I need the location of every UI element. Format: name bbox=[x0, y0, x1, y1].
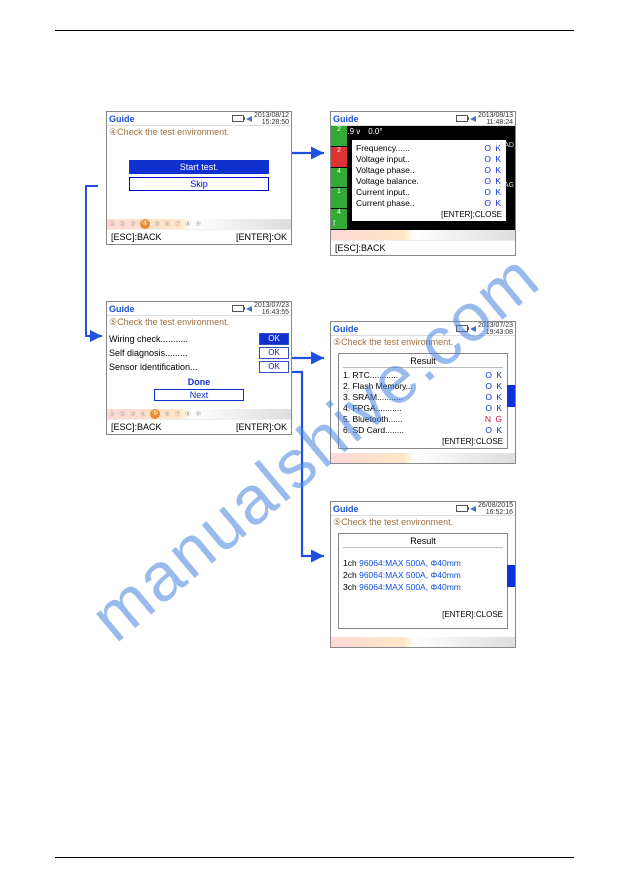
list-item: 4. FPGA...........O K bbox=[343, 403, 503, 413]
scroll-indicator bbox=[507, 385, 515, 407]
scroll-indicator bbox=[507, 565, 515, 587]
timestamp: 2013/08/12 15:28:50 bbox=[254, 112, 289, 126]
next-button[interactable]: Next bbox=[154, 389, 244, 401]
timestamp: 2013/07/23 19:43:08 bbox=[478, 322, 513, 336]
list-item: Voltage input..O K bbox=[356, 154, 502, 164]
step-strip bbox=[331, 230, 515, 240]
timestamp: 2013/07/23 16:43:55 bbox=[254, 302, 289, 316]
row-value: OK bbox=[259, 333, 289, 345]
list-item: 3. SRAM...........O K bbox=[343, 392, 503, 402]
list-item: Voltage phase..O K bbox=[356, 165, 502, 175]
title-bar: Guide 2013/07/23 19:43:08 bbox=[331, 322, 515, 336]
row-label: Self diagnosis......... bbox=[109, 348, 188, 358]
status-right: [ENTER]:OK bbox=[236, 422, 287, 432]
row-label: Wiring check........... bbox=[109, 334, 188, 344]
list-item: Current phase..O K bbox=[356, 198, 502, 208]
f-label: f bbox=[333, 219, 335, 228]
done-label: Done bbox=[109, 377, 289, 387]
subtitle: ⑤Check the test environment. bbox=[331, 336, 515, 349]
status-right: [ENTER]:OK bbox=[236, 232, 287, 242]
close-hint: [ENTER]:CLOSE bbox=[343, 437, 503, 446]
battery-icon bbox=[456, 325, 468, 332]
title-bar: Guide 2013/07/23 16:43:55 bbox=[107, 302, 291, 316]
screen-diag-result: Guide 2013/07/23 19:43:08 ⑤Check the tes… bbox=[330, 321, 516, 464]
row-wiring-check[interactable]: Wiring check........... OK bbox=[109, 333, 289, 345]
close-hint: [ENTER]:CLOSE bbox=[356, 210, 502, 219]
screen-sensor-result: Guide 26/08/2015 16:52:16 ⑤Check the tes… bbox=[330, 501, 516, 648]
list-item: Current input..O K bbox=[356, 187, 502, 197]
close-hint: [ENTER]:CLOSE bbox=[343, 610, 503, 619]
channel-row: 3ch 96064:MAX 500A, Φ40mm bbox=[343, 582, 503, 592]
screen-check-list: Guide 2013/07/23 16:43:55 ⑤Check the tes… bbox=[106, 301, 292, 435]
title-bar: Guide 2013/08/12 15:28:50 bbox=[107, 112, 291, 126]
list-item: Frequency......O K bbox=[356, 143, 502, 153]
result-title: Result bbox=[343, 356, 503, 368]
timestamp: 26/08/2015 16:52:16 bbox=[478, 502, 513, 516]
battery-icon bbox=[456, 115, 468, 122]
row-self-diagnosis[interactable]: Self diagnosis......... OK bbox=[109, 347, 289, 359]
title-text: Guide bbox=[333, 504, 359, 514]
wiring-popup: Frequency......O K Voltage input..O K Vo… bbox=[351, 139, 507, 222]
result-title: Result bbox=[343, 536, 503, 548]
row-sensor-identification[interactable]: Sensor identification... OK bbox=[109, 361, 289, 373]
status-bar: [ESC]:BACK [ENTER]:OK bbox=[107, 229, 291, 244]
title-text: Guide bbox=[109, 304, 135, 314]
subtitle: ④Check the test environment. bbox=[107, 126, 291, 139]
arrow-icon bbox=[246, 306, 252, 312]
lag-label: LAG bbox=[500, 182, 514, 189]
title-text: Guide bbox=[333, 114, 359, 124]
status-left: [ESC]:BACK bbox=[111, 232, 162, 242]
row-value: OK bbox=[259, 361, 289, 373]
battery-icon bbox=[456, 505, 468, 512]
list-item: 5. Bluetooth......N G bbox=[343, 414, 503, 424]
title-text: Guide bbox=[109, 114, 135, 124]
status-left: [ESC]:BACK bbox=[111, 422, 162, 432]
title-bar: Guide 2013/08/13 11:48:24 bbox=[331, 112, 515, 126]
list-item: 1. RTC............O K bbox=[343, 370, 503, 380]
subtitle: ⑤Check the test environment. bbox=[331, 516, 515, 529]
row-value: OK bbox=[259, 347, 289, 359]
channel-row: 1ch 96064:MAX 500A, Φ40mm bbox=[343, 558, 503, 568]
list-item: 6. SD Card........O K bbox=[343, 425, 503, 435]
status-left: [ESC]:BACK bbox=[335, 243, 386, 253]
battery-icon bbox=[232, 305, 244, 312]
page-rule-top bbox=[55, 30, 574, 31]
screen-start-test: Guide 2013/08/12 15:28:50 ④Check the tes… bbox=[106, 111, 292, 245]
list-item: Voltage balance.O K bbox=[356, 176, 502, 186]
start-test-button[interactable]: Start test. bbox=[129, 160, 269, 174]
measurement-header: 241.9 v 0.0° bbox=[331, 126, 515, 137]
skip-button[interactable]: Skip bbox=[129, 177, 269, 191]
title-bar: Guide 26/08/2015 16:52:16 bbox=[331, 502, 515, 516]
result-popup: Result 1ch 96064:MAX 500A, Φ40mm 2ch 960… bbox=[338, 533, 508, 629]
list-item: 2. Flash Memory...O K bbox=[343, 381, 503, 391]
screen-wiring-result: Guide 2013/08/13 11:48:24 241.9 v 0.0° 2… bbox=[330, 111, 516, 256]
figure-canvas: Guide 2013/08/12 15:28:50 ④Check the tes… bbox=[80, 111, 570, 701]
step-strip: ①②③④⑤⑥⑦⑧⑨ bbox=[107, 409, 291, 419]
angle-value: 0.0° bbox=[368, 127, 382, 136]
page-rule-bottom bbox=[55, 857, 574, 858]
step-strip: ①②③④⑤⑥⑦⑧⑨ bbox=[107, 219, 291, 229]
channel-row: 2ch 96064:MAX 500A, Φ40mm bbox=[343, 570, 503, 580]
phase-gauge: 2 2 4 1 4 bbox=[331, 126, 347, 230]
status-bar: [ESC]:BACK bbox=[331, 240, 515, 255]
arrow-icon bbox=[470, 506, 476, 512]
subtitle: ⑤Check the test environment. bbox=[107, 316, 291, 329]
lead-label: LEAD bbox=[496, 142, 514, 149]
timestamp: 2013/08/13 11:48:24 bbox=[478, 112, 513, 126]
step-strip bbox=[331, 637, 515, 647]
status-bar: [ESC]:BACK [ENTER]:OK bbox=[107, 419, 291, 434]
arrow-icon bbox=[470, 326, 476, 332]
battery-icon bbox=[232, 115, 244, 122]
arrow-icon bbox=[470, 116, 476, 122]
row-label: Sensor identification... bbox=[109, 362, 198, 372]
step-strip bbox=[331, 453, 515, 463]
title-text: Guide bbox=[333, 324, 359, 334]
arrow-icon bbox=[246, 116, 252, 122]
result-popup: Result 1. RTC............O K 2. Flash Me… bbox=[338, 353, 508, 449]
